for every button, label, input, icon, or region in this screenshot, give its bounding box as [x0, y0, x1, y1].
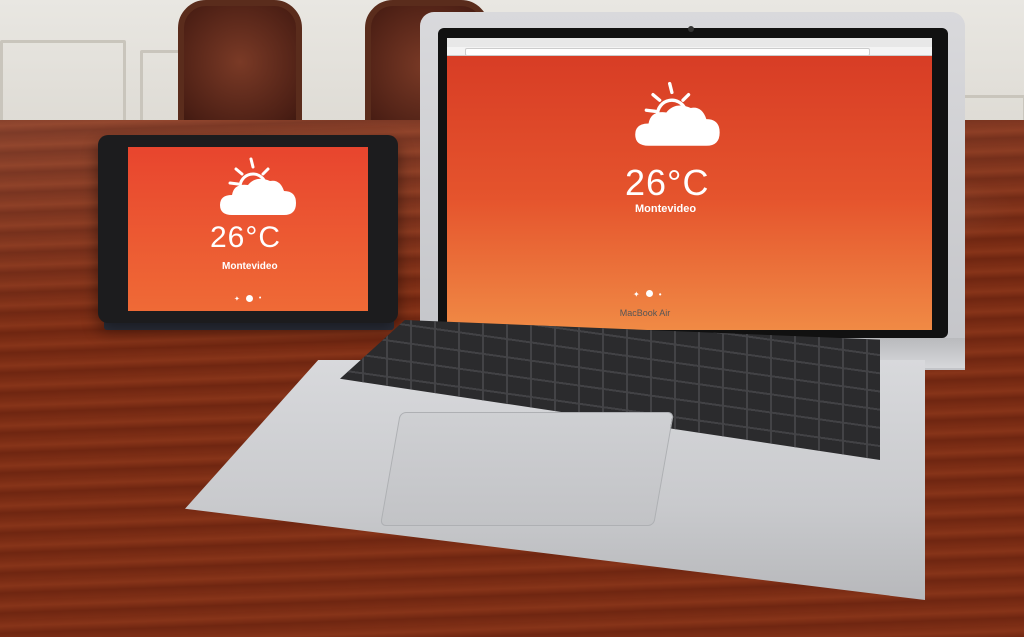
circle-icon[interactable] [645, 290, 653, 297]
small-circle-icon[interactable]: • [259, 295, 261, 303]
browser-toolbar [447, 47, 932, 56]
laptop-model-label: MacBook Air [619, 308, 671, 318]
twitter-icon[interactable]: ✦ [234, 295, 240, 303]
ipad-social-links: ✦ • [234, 295, 261, 303]
ipad-temperature: 26°C [210, 221, 282, 254]
camera-icon [688, 26, 694, 32]
ipad-device: 26°C Montevideo ✦ • [98, 135, 398, 323]
ipad-city-label: Montevideo [222, 261, 278, 272]
laptop-trackpad[interactable] [379, 412, 675, 526]
laptop-temperature: 26°C [625, 162, 710, 203]
sun-behind-cloud-icon [220, 157, 296, 215]
ipad-screen: 26°C Montevideo ✦ • [128, 147, 368, 311]
small-circle-icon[interactable]: • [659, 290, 662, 299]
sun-behind-cloud-icon [635, 81, 720, 146]
twitter-icon[interactable]: ✦ [633, 290, 640, 299]
laptop-screen: 26°C Montevideo ✦ • [447, 38, 932, 330]
address-bar[interactable] [465, 48, 870, 56]
circle-icon[interactable] [245, 295, 253, 302]
laptop-social-links: ✦ • [633, 290, 662, 299]
laptop-city-label: Montevideo [635, 203, 697, 215]
